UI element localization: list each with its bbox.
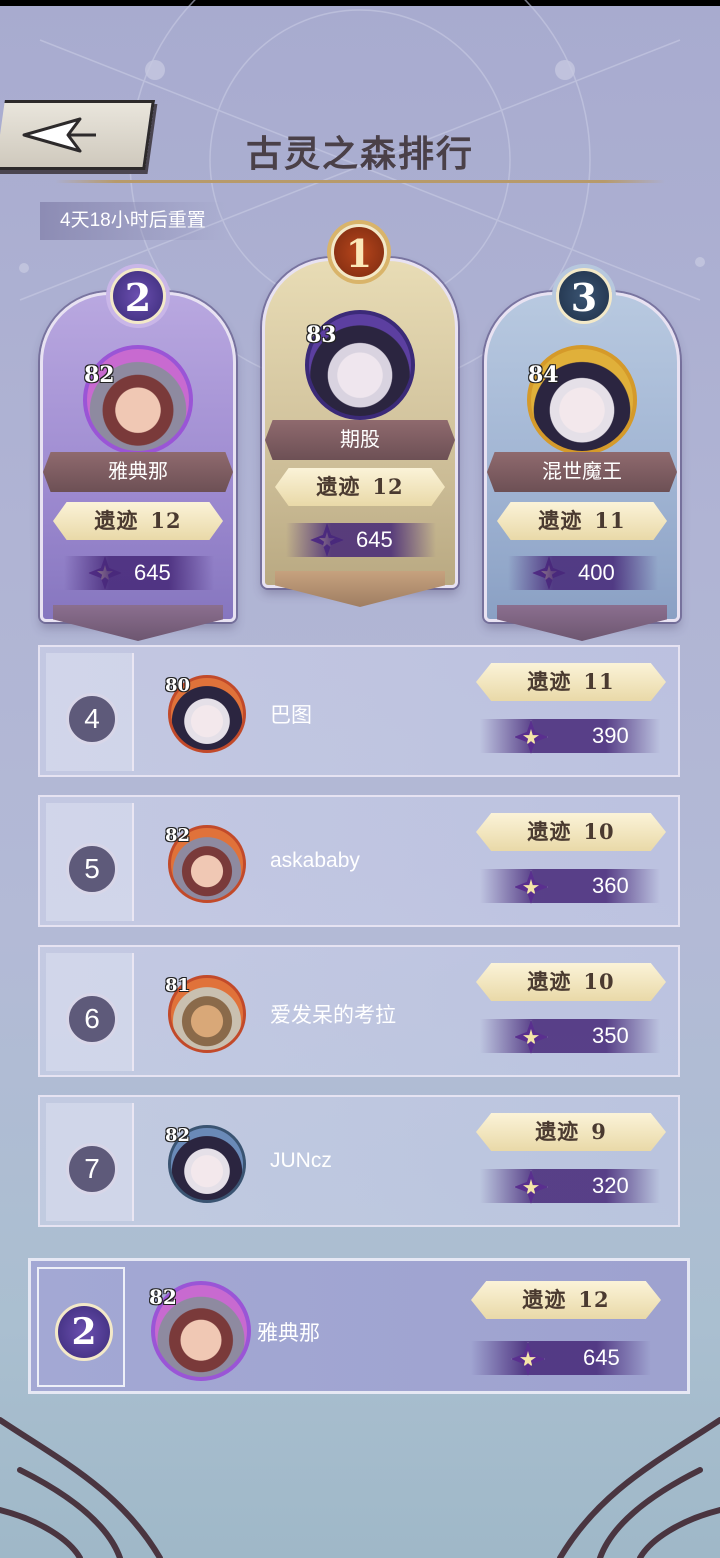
leaderboard-row[interactable]: 5 82 askababy 遗迹 10 360 xyxy=(38,795,680,927)
rank-medal-2: 2 xyxy=(110,268,166,324)
player-name: 期股 xyxy=(265,420,455,460)
relic-count-badge: 遗迹 12 xyxy=(53,502,223,540)
player-level: 82 xyxy=(165,825,191,846)
player-level: 82 xyxy=(149,1285,177,1309)
reset-timer: 4天18小时后重置 xyxy=(40,202,226,240)
relic-count-badge: 遗迹 12 xyxy=(471,1281,661,1319)
player-name: 雅典那 xyxy=(43,452,233,492)
player-level: 84 xyxy=(528,362,559,388)
score-value: 360 xyxy=(480,869,660,903)
score-value: 645 xyxy=(64,556,214,590)
player-name: 雅典那 xyxy=(257,1322,320,1345)
score-value: 645 xyxy=(286,523,436,557)
relic-count-badge: 遗迹 12 xyxy=(275,468,445,506)
leaderboard-row[interactable]: 4 80 巴图 遗迹 11 390 xyxy=(38,645,680,777)
player-level: 82 xyxy=(165,1125,191,1146)
score-value: 400 xyxy=(508,556,658,590)
score-value: 350 xyxy=(480,1019,660,1053)
rank-box: 5 xyxy=(46,803,134,921)
leaderboard-row[interactable]: 6 81 爱发呆的考拉 遗迹 10 350 xyxy=(38,945,680,1077)
title-divider xyxy=(55,180,665,183)
rank-number: 7 xyxy=(66,1143,118,1195)
leaderboard-row[interactable]: 7 82 JUNcz 遗迹 9 320 xyxy=(38,1095,680,1227)
player-name: JUNcz xyxy=(270,1149,332,1172)
rank-medal-3: 3 xyxy=(556,268,612,324)
rank-box: 6 xyxy=(46,953,134,1071)
status-bar xyxy=(0,0,720,6)
rank-number: 4 xyxy=(66,693,118,745)
player-level: 83 xyxy=(306,322,337,348)
rank-box: 2 xyxy=(37,1267,125,1387)
player-name: 混世魔王 xyxy=(487,452,677,492)
page-title: 古灵之森排行 xyxy=(245,133,474,175)
relic-count-badge: 遗迹 11 xyxy=(497,502,667,540)
my-rank-row[interactable]: 2 82 雅典那 遗迹 12 645 xyxy=(28,1258,690,1394)
tree-roots-decoration xyxy=(0,1417,720,1558)
player-name: askababy xyxy=(270,849,360,872)
player-name: 巴图 xyxy=(270,704,312,727)
score-value: 645 xyxy=(471,1341,651,1375)
rank-box: 4 xyxy=(46,653,134,771)
relic-count-badge: 遗迹 10 xyxy=(476,963,666,1001)
rank-medal: 2 xyxy=(55,1303,113,1361)
rank-medal-1: 1 xyxy=(331,224,387,280)
player-level: 82 xyxy=(84,362,115,388)
score-value: 390 xyxy=(480,719,660,753)
player-level: 81 xyxy=(165,975,191,996)
player-name: 爱发呆的考拉 xyxy=(270,1004,396,1027)
rank-number: 6 xyxy=(66,993,118,1045)
relic-count-badge: 遗迹 9 xyxy=(476,1113,666,1151)
relic-count-badge: 遗迹 10 xyxy=(476,813,666,851)
score-value: 320 xyxy=(480,1169,660,1203)
rank-box: 7 xyxy=(46,1103,134,1221)
rank-number: 5 xyxy=(66,843,118,895)
player-level: 80 xyxy=(165,675,191,696)
relic-count-badge: 遗迹 11 xyxy=(476,663,666,701)
